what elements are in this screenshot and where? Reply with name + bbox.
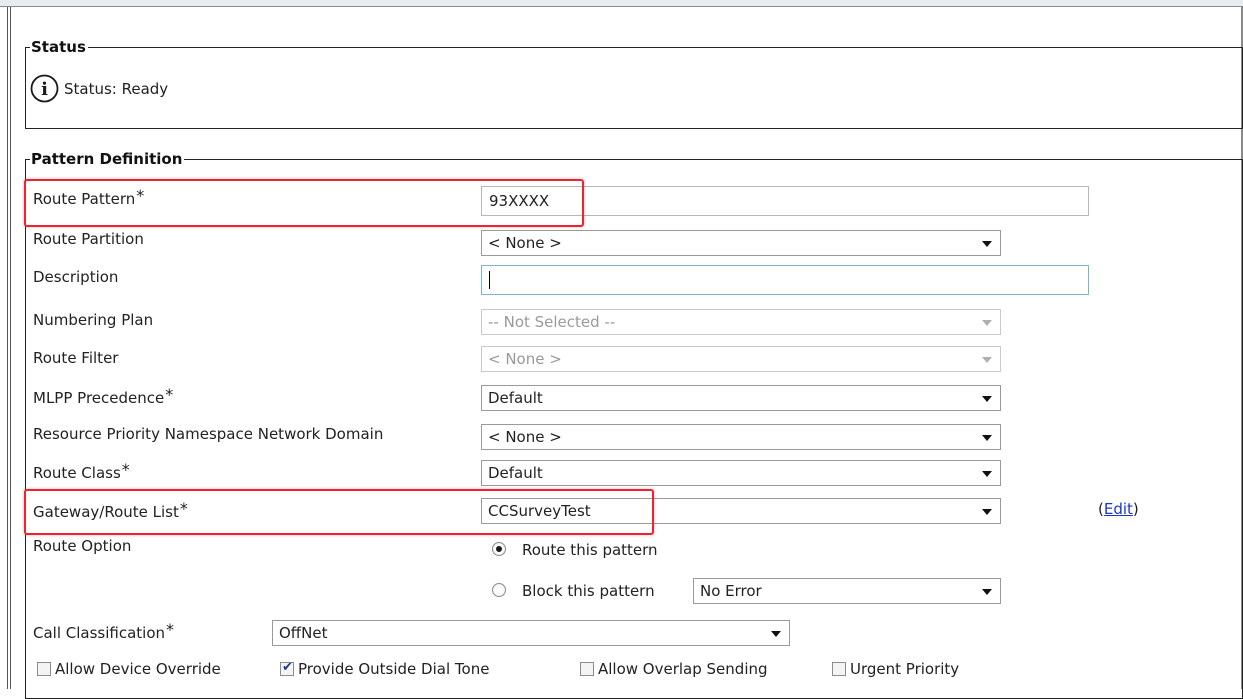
- svg-text:i: i: [41, 79, 48, 100]
- resource-priority-label: Resource Priority Namespace Network Doma…: [33, 425, 384, 443]
- chevron-down-icon: [982, 320, 992, 326]
- block-this-pattern-label[interactable]: Block this pattern: [522, 582, 655, 600]
- route-pattern-label: Route Pattern*: [33, 186, 145, 209]
- mlpp-precedence-select[interactable]: Default: [481, 385, 1001, 411]
- call-classification-label: Call Classification*: [33, 620, 175, 643]
- allow-overlap-sending-label[interactable]: Allow Overlap Sending: [598, 660, 768, 678]
- window-top-edge: [0, 0, 1243, 7]
- route-partition-select[interactable]: < None >: [481, 230, 1001, 256]
- info-icon: i: [30, 74, 59, 103]
- description-label: Description: [33, 268, 119, 286]
- chevron-down-icon: [982, 435, 992, 441]
- route-partition-label: Route Partition: [33, 230, 144, 248]
- text-caret: [489, 270, 490, 289]
- chevron-down-icon: [771, 631, 781, 637]
- allow-device-override-checkbox[interactable]: [37, 662, 51, 676]
- allow-device-override-label[interactable]: Allow Device Override: [55, 660, 221, 678]
- block-reason-select[interactable]: No Error: [693, 578, 1001, 604]
- edit-link[interactable]: Edit: [1104, 500, 1133, 518]
- gateway-route-list-select[interactable]: CCSurveyTest: [481, 498, 1001, 524]
- route-filter-select[interactable]: < None >: [481, 346, 1001, 372]
- route-pattern-input[interactable]: 93XXXX: [481, 186, 1089, 216]
- chevron-down-icon: [982, 471, 992, 477]
- route-option-label: Route Option: [33, 537, 132, 555]
- chevron-down-icon: [982, 509, 992, 515]
- call-classification-select[interactable]: OffNet: [272, 620, 790, 646]
- provide-outside-dial-tone-checkbox[interactable]: [280, 660, 294, 676]
- status-fieldset: Status i Status: Ready: [25, 38, 1243, 129]
- block-this-pattern-radio[interactable]: [492, 583, 506, 597]
- chevron-down-icon: [982, 357, 992, 363]
- route-class-select[interactable]: Default: [481, 460, 1001, 486]
- mlpp-precedence-label: MLPP Precedence*: [33, 385, 174, 408]
- route-this-pattern-label[interactable]: Route this pattern: [522, 541, 658, 559]
- urgent-priority-label[interactable]: Urgent Priority: [850, 660, 959, 678]
- route-class-label: Route Class*: [33, 460, 130, 483]
- status-text: Status: Ready: [64, 80, 169, 98]
- urgent-priority-checkbox[interactable]: [832, 662, 846, 676]
- route-filter-label: Route Filter: [33, 349, 119, 367]
- numbering-plan-label: Numbering Plan: [33, 311, 154, 329]
- gateway-route-list-label: Gateway/Route List*: [33, 499, 188, 522]
- status-legend: Status: [30, 38, 88, 56]
- allow-overlap-sending-checkbox[interactable]: [580, 662, 594, 676]
- numbering-plan-select[interactable]: -- Not Selected --: [481, 309, 1001, 335]
- resource-priority-select[interactable]: < None >: [481, 424, 1001, 450]
- provide-outside-dial-tone-label[interactable]: Provide Outside Dial Tone: [298, 660, 489, 678]
- chevron-down-icon: [982, 589, 992, 595]
- window-left-border: [7, 7, 11, 689]
- route-this-pattern-radio[interactable]: [492, 542, 506, 556]
- description-input[interactable]: [481, 265, 1089, 295]
- chevron-down-icon: [982, 396, 992, 402]
- chevron-down-icon: [982, 241, 992, 247]
- pattern-definition-legend: Pattern Definition: [30, 150, 185, 168]
- edit-link-wrapper: (Edit): [1098, 500, 1139, 518]
